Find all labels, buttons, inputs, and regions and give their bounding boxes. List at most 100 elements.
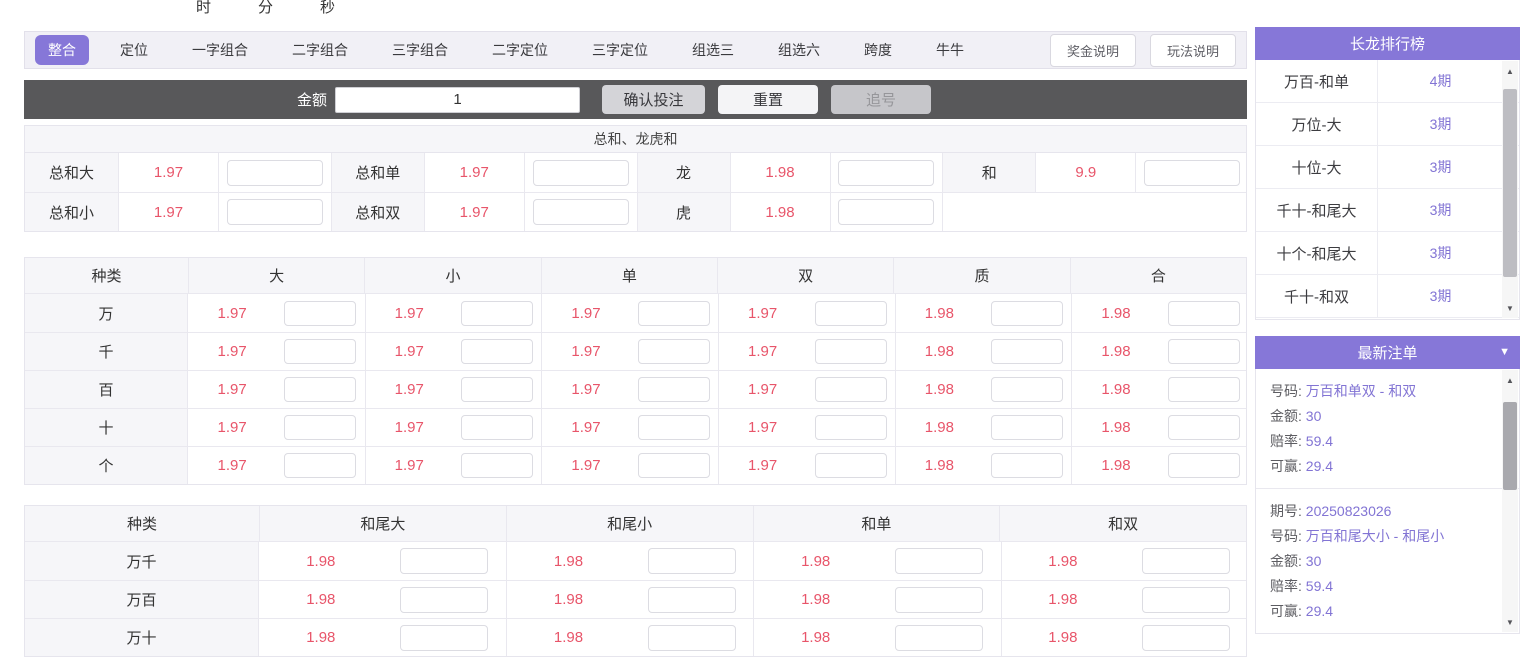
bet-input-cell: [383, 542, 507, 580]
dragon-row[interactable]: 千十-和尾大 3期: [1256, 189, 1519, 232]
bet-input[interactable]: [284, 453, 356, 478]
dropdown-caret-icon[interactable]: ▼: [1499, 346, 1510, 358]
bet-option-label: 总和大: [25, 153, 118, 192]
bonus-info-button[interactable]: 奖金说明: [1050, 34, 1136, 67]
tab-yizi-zuhe[interactable]: 一字组合: [179, 35, 261, 65]
row-label: 万: [25, 294, 188, 332]
bet-input[interactable]: [533, 199, 629, 225]
tab-erzi-zuhe[interactable]: 二字组合: [279, 35, 361, 65]
scroll-down-icon[interactable]: ▼: [1502, 300, 1518, 316]
bet-input[interactable]: [815, 453, 887, 478]
bet-input[interactable]: [991, 415, 1063, 440]
tab-erzi-dingwei[interactable]: 二字定位: [479, 35, 561, 65]
bet-input[interactable]: [648, 548, 736, 574]
odds-value: 1.97: [365, 447, 453, 484]
bet-input[interactable]: [991, 339, 1063, 364]
table-header-row: 种类 大 小 单 双 质 合: [25, 258, 1246, 294]
bet-input[interactable]: [838, 199, 934, 225]
dragon-scrollbar[interactable]: ▲ ▼: [1502, 61, 1518, 318]
bet-input[interactable]: [815, 339, 887, 364]
tab-kuadu[interactable]: 跨度: [851, 35, 905, 65]
tab-zuxuan3[interactable]: 组选三: [679, 35, 747, 65]
bet-input[interactable]: [284, 339, 356, 364]
reset-button[interactable]: 重置: [718, 85, 818, 114]
bet-input-cell: [806, 371, 895, 408]
bet-input[interactable]: [533, 160, 629, 186]
tab-zuxuan6[interactable]: 组选六: [765, 35, 833, 65]
bet-input[interactable]: [895, 548, 983, 574]
tab-zhenghe[interactable]: 整合: [35, 35, 89, 65]
bet-input[interactable]: [1168, 377, 1240, 402]
order-field-label: 赔率:: [1270, 578, 1302, 594]
scroll-up-icon[interactable]: ▲: [1502, 372, 1518, 388]
empty-cell: [942, 193, 1248, 231]
bet-input[interactable]: [461, 453, 533, 478]
bet-input[interactable]: [1142, 548, 1230, 574]
bet-input[interactable]: [895, 625, 983, 651]
bet-input[interactable]: [895, 587, 983, 613]
bet-input[interactable]: [815, 377, 887, 402]
scroll-down-icon[interactable]: ▼: [1502, 614, 1518, 630]
bet-input[interactable]: [648, 587, 736, 613]
amount-input[interactable]: [335, 87, 580, 113]
bet-input[interactable]: [1168, 301, 1240, 326]
dragon-row[interactable]: 十位-大 3期: [1256, 146, 1519, 189]
order-field-label: 期号:: [1270, 503, 1302, 519]
odds-value: 1.98: [1071, 409, 1159, 446]
tab-dingwei[interactable]: 定位: [107, 35, 161, 65]
bet-input-cell: [1160, 447, 1249, 484]
bet-input[interactable]: [1142, 625, 1230, 651]
bet-input[interactable]: [1142, 587, 1230, 613]
order-field-label: 号码:: [1270, 383, 1302, 399]
dragon-name: 千十-和双: [1256, 275, 1378, 317]
bet-input[interactable]: [400, 625, 488, 651]
bet-input[interactable]: [638, 339, 710, 364]
bet-input[interactable]: [991, 377, 1063, 402]
tab-sanzi-dingwei[interactable]: 三字定位: [579, 35, 661, 65]
bet-input[interactable]: [838, 160, 934, 186]
scrollbar-thumb[interactable]: [1503, 402, 1517, 490]
odds-value: 1.98: [1071, 333, 1159, 370]
bet-input[interactable]: [461, 301, 533, 326]
dragon-row[interactable]: 万位-大 3期: [1256, 103, 1519, 146]
bet-input[interactable]: [1168, 339, 1240, 364]
odds-value: 1.97: [365, 371, 453, 408]
bet-input[interactable]: [284, 415, 356, 440]
bet-input[interactable]: [1168, 453, 1240, 478]
orders-scrollbar[interactable]: ▲ ▼: [1502, 370, 1518, 632]
bet-input[interactable]: [815, 301, 887, 326]
table-row: 万十 1.98 1.98 1.98 1.98: [25, 618, 1246, 656]
scroll-up-icon[interactable]: ▲: [1502, 63, 1518, 79]
bet-input[interactable]: [638, 301, 710, 326]
bet-input[interactable]: [638, 377, 710, 402]
bet-input[interactable]: [227, 160, 323, 186]
bet-input[interactable]: [400, 587, 488, 613]
tab-sanzi-zuhe[interactable]: 三字组合: [379, 35, 461, 65]
bet-input[interactable]: [461, 415, 533, 440]
bet-input[interactable]: [461, 377, 533, 402]
dragon-row[interactable]: 千十-和双 3期: [1256, 275, 1519, 318]
bet-input[interactable]: [638, 453, 710, 478]
bet-input[interactable]: [991, 453, 1063, 478]
bet-input[interactable]: [400, 548, 488, 574]
tab-niuniu[interactable]: 牛牛: [923, 35, 977, 65]
table-row: 个 1.97 1.97 1.97 1.97 1.98 1.98: [25, 446, 1246, 484]
bet-input[interactable]: [638, 415, 710, 440]
bet-input[interactable]: [648, 625, 736, 651]
bet-input[interactable]: [1168, 415, 1240, 440]
play-info-button[interactable]: 玩法说明: [1150, 34, 1236, 67]
bet-input[interactable]: [227, 199, 323, 225]
bet-input[interactable]: [991, 301, 1063, 326]
bet-option-label: 虎: [637, 193, 730, 231]
bet-input[interactable]: [284, 377, 356, 402]
dragon-ranking-list: 万百-和单 4期 万位-大 3期 十位-大 3期 千十-和尾大 3期 十个-和尾…: [1255, 60, 1520, 320]
bet-input[interactable]: [1144, 160, 1240, 186]
dragon-row[interactable]: 十个-和尾大 3期: [1256, 232, 1519, 275]
scrollbar-thumb[interactable]: [1503, 89, 1517, 277]
confirm-bet-button[interactable]: 确认投注: [602, 85, 705, 114]
bet-input[interactable]: [461, 339, 533, 364]
bet-input[interactable]: [284, 301, 356, 326]
dragon-row[interactable]: 万百-和单 4期: [1256, 60, 1519, 103]
bet-input[interactable]: [815, 415, 887, 440]
chase-number-button[interactable]: 追号: [831, 85, 931, 114]
